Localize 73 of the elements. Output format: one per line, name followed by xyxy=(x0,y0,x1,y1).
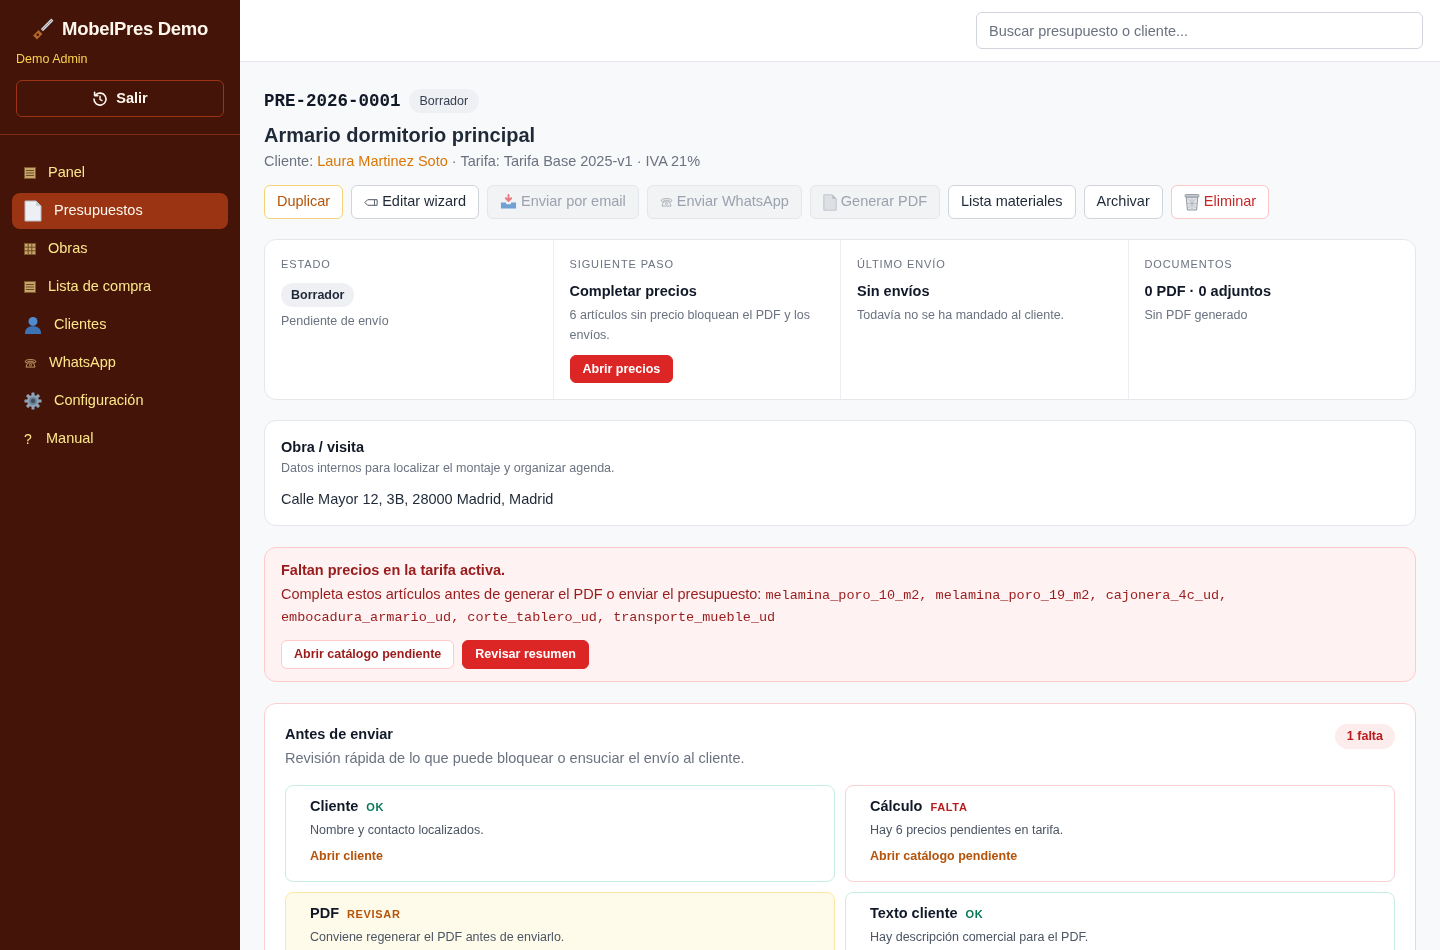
summary-label: ESTADO xyxy=(281,257,332,272)
checklist-subtitle: Revisión rápida de lo que puede bloquear o ensuciar el envío al cliente. xyxy=(285,749,745,769)
check-status: REVISAR xyxy=(347,907,401,923)
alert-button[interactable]: Revisar resumen xyxy=(462,640,589,670)
site-title: Obra / visita xyxy=(281,438,365,458)
count-badge: 1 falta xyxy=(1334,724,1395,750)
list-icon xyxy=(24,281,36,293)
summary-text: 6 artículos sin precio bloquean el PDF y los envíos. xyxy=(569,307,811,345)
open-prices-button[interactable]: Abrir precios xyxy=(569,355,674,384)
phone-icon xyxy=(659,197,673,208)
sidebar-item[interactable]: Obras xyxy=(12,231,228,267)
logout-button[interactable]: Salir xyxy=(16,80,224,117)
summary-label: DOCUMENTOS xyxy=(1144,257,1234,272)
user-name: Demo Admin xyxy=(15,51,89,68)
check-title: Texto cliente xyxy=(870,904,958,924)
tray-icon xyxy=(500,194,517,211)
sidebar-item[interactable]: Lista de compra xyxy=(12,269,228,305)
check-status: OK xyxy=(965,907,984,923)
search-field[interactable]: Buscar presupuesto o cliente... xyxy=(976,12,1423,49)
sidebar-item[interactable]: ? Manual xyxy=(12,421,228,457)
pencil-icon xyxy=(364,197,379,207)
site-description: Datos internos para localizar el montaje y organizar agenda. xyxy=(281,460,616,478)
sidebar-item[interactable]: WhatsApp xyxy=(12,345,228,381)
document-icon xyxy=(24,200,42,222)
check-description: Conviene regenerar el PDF antes de enviarlo. xyxy=(310,929,566,947)
site-address: Calle Mayor 12, 3B, 28000 Madrid, Madrid xyxy=(281,490,555,510)
check-description: Hay descripción comercial para el PDF. xyxy=(870,929,1090,947)
quote-number: PRE-2026-0001 xyxy=(264,90,401,113)
alert-title: Faltan precios en la tarifa activa. xyxy=(281,561,507,581)
summary-label: ÚLTIMO ENVÍO xyxy=(857,257,947,272)
summary-text: Todavía no se ha mandado al cliente. xyxy=(857,307,1066,325)
summary-text: Pendiente de envío xyxy=(281,313,390,331)
sidebar-item[interactable]: Configuración xyxy=(12,383,228,419)
check-status: FALTA xyxy=(930,800,968,816)
summary-label: SIGUIENTE PASO xyxy=(569,257,675,272)
check-description: Hay 6 precios pendientes en tarifa. xyxy=(870,822,1065,840)
sidebar-item[interactable]: Presupuestos xyxy=(12,193,228,229)
saw-icon xyxy=(32,18,55,40)
check-title: Cálculo xyxy=(870,797,923,817)
check-description: Nombre y contacto localizados. xyxy=(310,822,485,840)
status-badge: Borrador xyxy=(281,283,355,308)
list-icon xyxy=(24,167,36,179)
action-button[interactable]: Archivar xyxy=(1083,185,1163,220)
sidebar-item[interactable]: Clientes xyxy=(12,307,228,343)
summary-title: Sin envíos xyxy=(857,282,931,302)
phone-icon xyxy=(24,358,37,368)
person-icon xyxy=(24,316,42,334)
document-icon xyxy=(822,193,837,211)
alert-button[interactable]: Abrir catálogo pendiente xyxy=(281,640,455,670)
status-badge: Borrador xyxy=(408,89,480,114)
quote-title: Armario dormitorio principal xyxy=(264,123,537,149)
help-icon: ? xyxy=(24,428,34,450)
check-status: OK xyxy=(366,800,385,816)
settings-icon xyxy=(24,392,42,410)
summary-title: 0 PDF · 0 adjuntos xyxy=(1144,282,1272,302)
action-button[interactable]: Lista materiales xyxy=(948,185,1076,220)
action-button[interactable]: Eliminar xyxy=(1170,185,1270,220)
checklist-title: Antes de enviar xyxy=(285,725,394,745)
action-button[interactable]: Editar wizard xyxy=(351,185,479,220)
check-link[interactable]: Abrir catálogo pendiente xyxy=(870,847,1018,866)
alert-message: Completa estos artículos antes de generar el PDF o enviar el presupuesto: melamina_poro_10_m2, melamina_poro_19_m2, cajonera_4c_ud, embocadura_armario_ud, corte_tablero_ud, transporte_mueble_ud xyxy=(281,585,1229,628)
sidebar-item[interactable]: Panel xyxy=(12,155,228,191)
summary-title: Completar precios xyxy=(569,282,698,302)
summary-text: Sin PDF generado xyxy=(1144,307,1249,325)
check-title: PDF xyxy=(310,904,339,924)
check-link[interactable]: Abrir cliente xyxy=(310,847,383,866)
action-button[interactable]: Duplicar xyxy=(264,185,344,220)
brand-name: MobelPres Demo xyxy=(62,18,208,40)
trash-icon xyxy=(1183,193,1200,212)
check-title: Cliente xyxy=(310,797,359,817)
grid-icon xyxy=(24,243,36,255)
rotate-icon xyxy=(92,90,109,107)
quote-meta: Cliente: Laura Martinez Soto · Tarifa: Tarifa Base 2025-v1 · IVA 21% xyxy=(264,152,702,172)
